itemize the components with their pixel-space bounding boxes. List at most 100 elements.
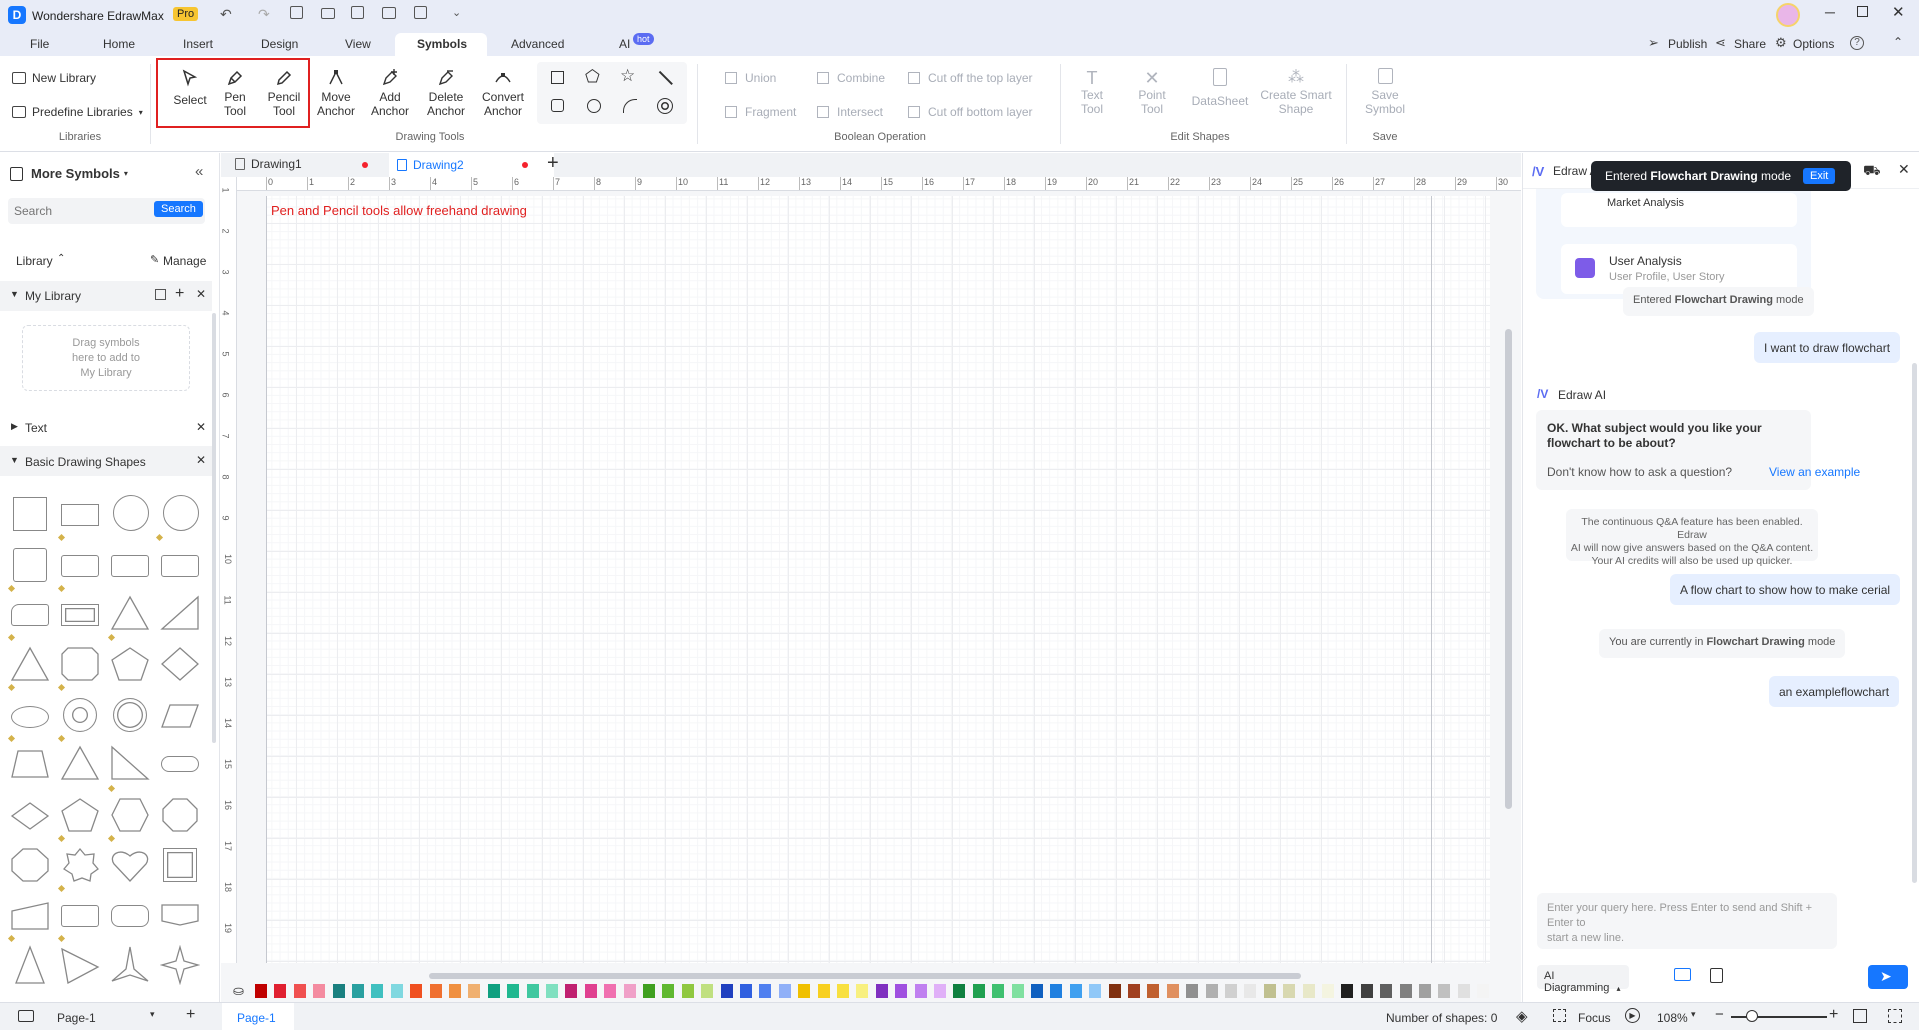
toast-exit-button[interactable]: Exit — [1803, 168, 1836, 184]
cart-icon[interactable]: ⛟ — [1863, 162, 1881, 181]
menu-ai[interactable]: AI — [619, 37, 630, 51]
color-swatch[interactable] — [565, 984, 578, 998]
hexagon-shape[interactable] — [110, 797, 150, 833]
right-triangle-shape-2[interactable] — [110, 745, 150, 781]
color-swatch[interactable] — [429, 984, 442, 998]
color-swatch[interactable] — [759, 984, 772, 998]
search-button[interactable]: Search — [154, 201, 203, 217]
zoom-out-icon[interactable]: − — [1715, 1006, 1724, 1023]
banner-shape[interactable] — [160, 903, 200, 929]
rounded-rect-shape-icon[interactable] — [551, 99, 564, 112]
union-button[interactable]: Union — [725, 71, 776, 85]
color-swatch[interactable] — [701, 984, 714, 998]
ellipse-shape[interactable] — [11, 706, 49, 728]
color-swatch[interactable] — [449, 984, 461, 998]
color-swatch[interactable] — [1419, 984, 1431, 998]
color-swatch[interactable] — [817, 984, 830, 998]
publish-button[interactable]: Publish — [1668, 37, 1707, 51]
side-triangle-shape[interactable] — [60, 945, 100, 985]
color-swatch[interactable] — [1341, 984, 1354, 998]
collapse-sidebar-icon[interactable]: « — [195, 163, 203, 180]
menu-insert[interactable]: Insert — [183, 37, 213, 51]
tab-drawing1[interactable]: Drawing1 — [235, 157, 302, 171]
menu-symbols[interactable]: Symbols — [417, 37, 467, 51]
zoom-caret-icon[interactable]: ▾ — [1691, 1009, 1696, 1020]
open-folder-icon[interactable] — [321, 8, 335, 19]
color-swatch[interactable] — [293, 984, 306, 998]
user-avatar[interactable] — [1776, 3, 1800, 27]
frame-rect-shape[interactable] — [61, 604, 99, 626]
color-swatch[interactable] — [352, 984, 364, 998]
color-swatch[interactable] — [798, 984, 811, 998]
print-icon[interactable] — [382, 7, 396, 19]
color-swatch[interactable] — [837, 984, 849, 998]
convert-anchor-button[interactable]: Convert Anchor — [479, 68, 527, 118]
save-icon[interactable] — [351, 6, 364, 19]
tall-triangle-shape[interactable] — [10, 945, 50, 985]
color-swatch[interactable] — [992, 984, 1005, 998]
color-swatch[interactable] — [895, 984, 908, 998]
suggestion-card-market[interactable]: Market Analysis — [1561, 193, 1797, 227]
share-button[interactable]: Share — [1734, 37, 1766, 51]
color-swatch[interactable] — [875, 984, 888, 998]
fragment-button[interactable]: Fragment — [725, 105, 796, 119]
color-swatch[interactable] — [934, 984, 946, 998]
drawing-page[interactable] — [266, 196, 1490, 963]
color-swatch[interactable] — [1147, 984, 1160, 998]
donut-shape[interactable] — [63, 698, 97, 732]
text-library-header[interactable]: ▶ Text ✕ — [0, 415, 212, 441]
color-swatch[interactable] — [778, 984, 791, 998]
color-swatch[interactable] — [1283, 984, 1296, 998]
diamond-shape[interactable] — [160, 646, 200, 682]
color-swatch[interactable] — [410, 984, 423, 998]
image-upload-icon[interactable] — [1674, 968, 1691, 981]
heptagon-shape[interactable] — [160, 797, 200, 833]
color-swatch[interactable] — [1166, 984, 1179, 998]
color-swatch[interactable] — [1263, 984, 1276, 998]
options-gear-icon[interactable]: ⚙ — [1775, 35, 1787, 51]
zoom-slider-handle[interactable] — [1746, 1010, 1758, 1022]
square-frame-shape[interactable] — [163, 848, 197, 882]
fit-page-icon[interactable] — [1853, 1009, 1867, 1023]
send-button[interactable]: ➤ — [1868, 965, 1908, 989]
page-select[interactable]: Page-1 — [57, 1011, 96, 1025]
spiral-shape-icon[interactable] — [657, 98, 673, 114]
datasheet-button[interactable]: DataSheet — [1190, 68, 1250, 108]
manual-input-shape[interactable] — [10, 901, 50, 931]
color-swatch[interactable] — [255, 984, 267, 998]
color-swatch[interactable] — [1438, 984, 1451, 998]
publish-icon[interactable]: ➢ — [1648, 35, 1659, 51]
color-swatch[interactable] — [1050, 984, 1063, 998]
line-shape-icon[interactable] — [659, 70, 673, 85]
circle-shape[interactable] — [113, 495, 149, 531]
diamond-flat-shape[interactable] — [10, 801, 50, 831]
export-icon[interactable] — [414, 6, 427, 19]
page-tab[interactable]: Page-1 — [222, 1003, 294, 1030]
color-swatch[interactable] — [1322, 984, 1334, 998]
four-point-star-shape[interactable] — [160, 945, 200, 985]
color-swatch[interactable] — [681, 984, 694, 998]
collapse-ribbon-icon[interactable]: ⌃ — [1893, 35, 1903, 49]
color-swatch[interactable] — [1477, 984, 1490, 998]
play-icon[interactable]: ▶ — [1625, 1008, 1640, 1023]
color-swatch[interactable] — [643, 984, 655, 998]
close-text-library-icon[interactable]: ✕ — [196, 420, 206, 434]
import-library-icon[interactable] — [155, 289, 166, 300]
zoom-level[interactable]: 108% — [1657, 1011, 1688, 1025]
color-swatch[interactable] — [720, 984, 733, 998]
color-swatch[interactable] — [1457, 984, 1470, 998]
rounded-square-shape[interactable] — [13, 548, 47, 582]
color-swatch[interactable] — [1108, 984, 1121, 998]
parallelogram-shape[interactable] — [160, 703, 200, 729]
minimize-icon[interactable]: ─ — [1825, 4, 1835, 20]
ai-query-box[interactable]: Enter your query here. Press Enter to se… — [1537, 893, 1837, 949]
color-swatch[interactable] — [584, 984, 597, 998]
close-icon[interactable]: ✕ — [1892, 3, 1905, 21]
new-file-icon[interactable] — [290, 6, 303, 19]
color-swatch[interactable] — [1128, 984, 1140, 998]
circle-shape-2[interactable] — [163, 495, 199, 531]
point-tool-button[interactable]: ✕ Point Tool — [1134, 68, 1170, 116]
square-shape[interactable] — [13, 497, 47, 531]
color-swatch[interactable] — [953, 984, 966, 998]
delete-anchor-button[interactable]: Delete Anchor — [423, 68, 469, 118]
